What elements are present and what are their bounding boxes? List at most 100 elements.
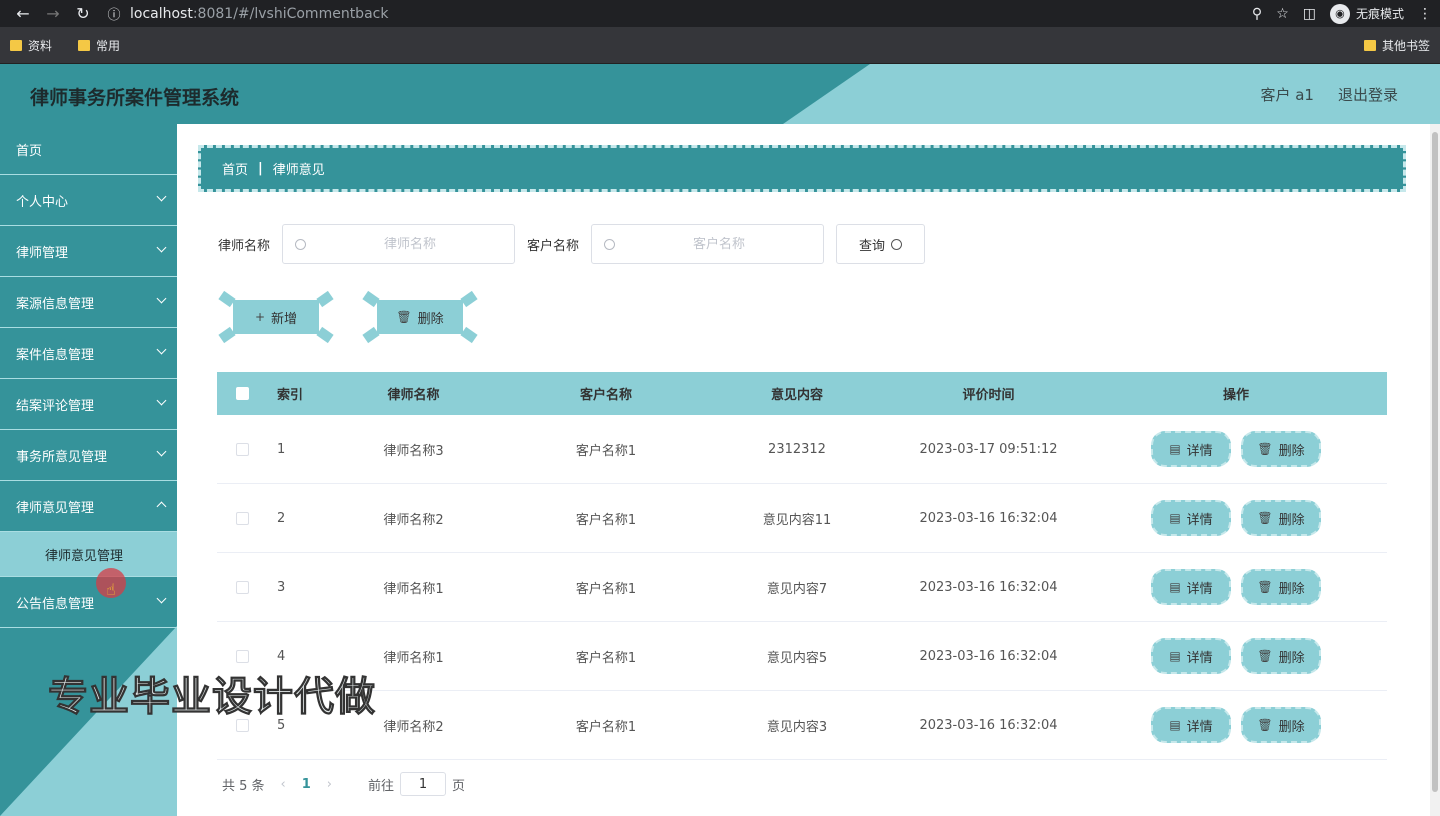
current-page[interactable]: 1 [302,777,311,792]
sidebar-item-case-sources[interactable]: 案源信息管理 [0,277,177,328]
cell-content: 意见内容5 [766,650,828,666]
add-button[interactable]: + 新增 [218,290,334,344]
delete-button[interactable]: 🗑 删除 [1241,431,1321,467]
sidebar-item-lawyer-feedback[interactable]: 律师意见管理 [0,481,177,532]
reload-icon[interactable]: ↻ [68,4,98,23]
scrollbar-thumb[interactable] [1432,132,1438,792]
submenu-item-lawyer-feedback[interactable]: 律师意见管理 [0,532,177,577]
sidebar-item-lawyers[interactable]: 律师管理 [0,226,177,277]
logout-link[interactable]: 退出登录 [1338,84,1398,105]
cell-time: 2023-03-17 09:51:12 [919,441,1058,457]
incognito-label: 无痕模式 [1355,7,1404,21]
breadcrumb-home[interactable]: 首页 [222,159,248,178]
client-name-input[interactable] [615,236,824,252]
cell-client: 客户名称1 [575,512,637,528]
row-checkbox[interactable] [235,442,249,456]
goto-page-input[interactable] [400,772,447,796]
cell-index: 2 [277,510,286,526]
document-icon: ▤ [1169,511,1181,525]
batch-delete-button[interactable]: 🗑 删除 [362,290,478,344]
cell-client: 客户名称1 [575,443,637,459]
delete-button[interactable]: 🗑 删除 [1241,707,1321,743]
chevron-down-icon [156,242,167,253]
cell-time: 2023-03-16 16:32:04 [919,510,1058,526]
row-checkbox[interactable] [235,649,249,663]
star-icon[interactable]: ☆ [1276,6,1289,22]
chevron-down-icon [156,293,167,304]
sidepanel-icon[interactable]: ◫ [1303,6,1316,22]
trash-icon: 🗑 [1257,442,1273,456]
browser-toolbar: ← → ↻ ⓘ localhost:8081/#/lvshiCommentbac… [0,0,1440,27]
table-row: 5 律师名称2 客户名称1 意见内容3 2023-03-16 16:32:04 ▤ 详情 🗑 删… [217,691,1387,760]
chevron-down-icon [156,395,167,406]
cell-client: 客户名称1 [575,581,637,597]
lawyer-name-label: 律师名称 [218,238,271,254]
detail-button[interactable]: ▤ 详情 [1151,569,1231,605]
table-row: 3 律师名称1 客户名称1 意见内容7 2023-03-16 16:32:04 ▤ 详情 🗑 删… [217,553,1387,622]
plus-icon: + [254,310,266,324]
sidebar-item-profile[interactable]: 个人中心 [0,175,177,226]
trash-icon: 🗑 [1257,718,1273,732]
cell-lawyer: 律师名称3 [383,443,444,459]
select-all-checkbox[interactable] [235,387,249,400]
cell-time: 2023-03-16 16:32:04 [919,579,1058,595]
table-row: 2 律师名称2 客户名称1 意见内容11 2023-03-16 16:32:04 ▤ 详情 🗑… [217,484,1387,553]
site-info-icon[interactable]: ⓘ [104,4,124,23]
delete-button[interactable]: 🗑 删除 [1241,638,1321,674]
sidebar-item-cases[interactable]: 案件信息管理 [0,328,177,379]
cell-lawyer: 律师名称1 [383,650,444,666]
key-icon[interactable]: ⚲ [1252,6,1262,22]
menu-icon[interactable]: ⋮ [1418,6,1432,22]
row-checkbox[interactable] [235,580,249,594]
detail-button[interactable]: ▤ 详情 [1151,638,1231,674]
other-bookmarks[interactable]: 其他书签 [1363,37,1430,54]
client-name-label: 客户名称 [527,238,580,254]
trash-icon: 🗑 [1257,580,1273,594]
table-body: 1 律师名称3 客户名称1 2312312 2023-03-17 09:51:12 ▤ 详情… [217,415,1387,760]
prev-page-icon[interactable]: ‹ [281,777,286,792]
row-checkbox[interactable] [235,511,249,525]
cell-lawyer: 律师名称1 [383,581,444,597]
cell-index: 4 [277,648,286,664]
page-scrollbar[interactable] [1430,124,1440,816]
folder-icon [78,39,91,51]
next-page-icon[interactable]: › [327,777,332,792]
column-header-content: 意见内容 [770,388,823,403]
delete-button[interactable]: 🗑 删除 [1241,569,1321,605]
lawyer-name-input[interactable] [306,236,515,252]
url-path: :8081/#/lvshiCommentback [192,5,389,22]
detail-button[interactable]: ▤ 详情 [1151,431,1231,467]
hand-cursor-icon: ☝ [106,580,116,599]
table-row: 4 律师名称1 客户名称1 意见内容5 2023-03-16 16:32:04 ▤ 详情 🗑 删… [217,622,1387,691]
back-icon[interactable]: ← [8,4,38,23]
page-suffix: 页 [452,778,466,794]
trash-icon: 🗑 [1257,649,1273,663]
cell-time: 2023-03-16 16:32:04 [919,717,1058,733]
folder-icon [10,39,22,51]
cell-content: 意见内容3 [766,719,828,735]
sidebar-item-firm-feedback[interactable]: 事务所意见管理 [0,430,177,481]
address-bar[interactable]: ⓘ localhost:8081/#/lvshiCommentback [104,0,1194,27]
detail-button[interactable]: ▤ 详情 [1151,707,1231,743]
client-name-field[interactable] [591,224,825,264]
forward-icon[interactable]: → [38,4,68,23]
app-title: 律师事务所案件管理系统 [30,87,240,109]
delete-button[interactable]: 🗑 删除 [1241,500,1321,536]
column-header-index: 索引 [277,388,304,403]
table-row: 1 律师名称3 客户名称1 2312312 2023-03-17 09:51:12 ▤ 详情… [217,415,1387,484]
cell-content: 意见内容7 [766,581,828,597]
detail-button[interactable]: ▤ 详情 [1151,500,1231,536]
cell-client: 客户名称1 [575,719,637,735]
lawyer-name-field[interactable] [282,224,516,264]
sidebar-item-home[interactable]: 首页 [0,124,177,175]
search-icon [891,238,903,250]
sidebar-item-case-reviews[interactable]: 结案评论管理 [0,379,177,430]
bookmark-folder[interactable]: 常用 [78,37,120,54]
chevron-up-icon [156,501,167,512]
search-icon [295,238,307,250]
bookmark-folder[interactable]: 资料 [10,37,52,54]
query-button[interactable]: 查询 [836,224,926,264]
incognito-indicator[interactable]: ◉ 无痕模式 [1329,3,1404,24]
breadcrumb-separator: | [258,161,263,176]
sidebar-item-announcements[interactable]: 公告信息管理 [0,577,177,628]
